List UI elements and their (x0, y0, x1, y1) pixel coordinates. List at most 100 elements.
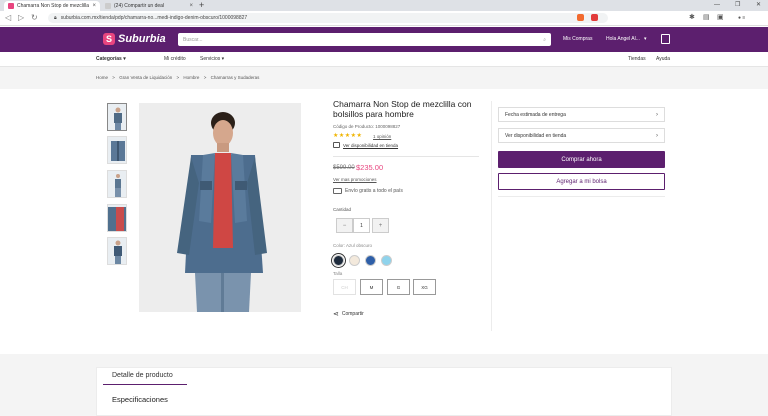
brave-shield-icon[interactable] (577, 14, 584, 21)
free-shipping-note: Envío gratis a todo el país (333, 188, 403, 194)
product-thumbnail[interactable] (107, 103, 127, 131)
specifications-heading: Especificaciones (112, 395, 168, 404)
store-icon (333, 142, 340, 148)
availability-option-label: Ver disponibilidad en tienda (505, 132, 567, 139)
my-orders-link[interactable]: Mis Compras (563, 36, 592, 42)
size-option[interactable]: XG (413, 279, 436, 295)
price-original: $599.00 (333, 165, 355, 171)
price-sale: $235.00 (356, 163, 384, 172)
close-tab-icon[interactable]: × (189, 3, 193, 9)
stores-link[interactable]: Tiendas (628, 56, 646, 62)
search-icon[interactable]: ⌕ (543, 37, 546, 43)
product-thumbnail[interactable] (107, 136, 127, 164)
panel-divider (491, 101, 492, 331)
share-icon: ⋖ (333, 311, 339, 318)
suburbia-logo[interactable]: S Suburbia (103, 33, 166, 45)
minimize-icon[interactable]: — (714, 0, 720, 10)
size-option[interactable]: CH (333, 279, 356, 295)
product-thumbnail[interactable] (107, 237, 127, 265)
close-tab-icon[interactable]: × (92, 3, 96, 9)
add-to-bag-button[interactable]: Agregar a mi bolsa (498, 173, 665, 190)
close-window-icon[interactable]: ✕ (756, 0, 761, 10)
share-button[interactable]: ⋖ Compartir (333, 310, 364, 318)
breadcrumb-home[interactable]: Home (96, 75, 108, 80)
credit-link[interactable]: Mi crédito (164, 56, 186, 62)
breadcrumb: Home > Gran Venta de Liquidación > Hombr… (96, 75, 262, 80)
reviews-link[interactable]: 1 opinión (373, 134, 391, 139)
brave-rewards-icon[interactable] (591, 14, 598, 21)
maximize-icon[interactable]: ❐ (735, 0, 740, 10)
quantity-field[interactable]: 1 (353, 218, 370, 233)
account-menu[interactable]: Hola Angel Al... (606, 36, 640, 42)
size-option[interactable]: M (360, 279, 383, 295)
breadcrumb-separator: > (112, 75, 115, 80)
browser-tab-active[interactable]: Chamarra Non Stop de mezclilla × (4, 1, 100, 11)
color-swatch-light-blue[interactable] (381, 255, 392, 266)
chevron-down-icon[interactable]: ▾ (644, 36, 647, 42)
breadcrumb-separator: > (176, 75, 180, 80)
details-card (96, 367, 672, 416)
breadcrumb-men[interactable]: Hombre (183, 75, 199, 80)
divider (333, 156, 479, 157)
breadcrumb-jackets[interactable]: Chamarras y Sudaderas (211, 75, 260, 80)
sidebar-icon[interactable]: ▤ (703, 13, 710, 22)
divider (498, 196, 665, 197)
search-input[interactable]: Buscar... ⌕ (178, 33, 551, 46)
product-thumbnail[interactable] (107, 170, 127, 198)
color-swatch-blue[interactable] (365, 255, 376, 266)
product-main-image[interactable] (139, 103, 301, 312)
product-thumbnail[interactable] (107, 204, 127, 232)
extensions-icon[interactable]: ✱ (689, 13, 695, 22)
size-option[interactable]: G (387, 279, 410, 295)
delivery-label: Fecha estimada de entrega (505, 111, 566, 118)
delivery-date-option[interactable]: Fecha estimada de entrega › (498, 107, 665, 122)
color-label: Color: Azul obscuro (333, 243, 373, 248)
tab-product-details[interactable]: Detalle de producto (112, 372, 173, 379)
search-placeholder: Buscar... (183, 36, 203, 43)
wallet-icon[interactable]: ▣ (717, 13, 724, 22)
breadcrumb-sale[interactable]: Gran Venta de Liquidación (119, 75, 172, 80)
active-tab-indicator (103, 384, 187, 385)
store-availability-link[interactable]: Ver disponibilidad en tienda (333, 142, 398, 148)
chevron-right-icon: › (656, 132, 658, 139)
browser-tab-inactive[interactable]: (24) Compartir un deal × (101, 1, 197, 11)
product-code: Código de Producto: 1000098827 (333, 124, 401, 129)
product-title: Chamarra Non Stop de mezclilla con bolsi… (333, 99, 472, 119)
availability-label: Ver disponibilidad en tienda (343, 142, 399, 148)
logo-text: Suburbia (118, 33, 166, 45)
quantity-increase-button[interactable]: + (372, 218, 389, 233)
lock-icon: 🔒︎ (54, 15, 57, 21)
truck-icon (333, 188, 342, 194)
address-toolbar: ◁ ▷ ↻ 🔒︎ suburbia.com.mx/tienda/pdp/cham… (0, 11, 768, 26)
tab-title: (24) Compartir un deal (114, 3, 165, 9)
quantity-label: Cantidad (333, 207, 352, 212)
tab-title: Chamarra Non Stop de mezclilla (17, 3, 89, 9)
new-tab-button[interactable]: + (199, 1, 204, 10)
logo-mark-icon: S (103, 33, 115, 45)
rating-stars: ★★★★★ (333, 133, 363, 139)
back-icon[interactable]: ◁ (5, 14, 11, 22)
quantity-decrease-button[interactable]: − (336, 218, 353, 233)
color-swatch-cream[interactable] (349, 255, 360, 266)
shopping-bag-icon[interactable] (661, 34, 670, 44)
chevron-right-icon: › (656, 111, 658, 118)
url-text: suburbia.com.mx/tienda/pdp/chamarra-no..… (60, 15, 248, 21)
services-menu[interactable]: Servicios ▾ (200, 56, 224, 62)
url-bar[interactable]: 🔒︎ suburbia.com.mx/tienda/pdp/chamarra-n… (48, 13, 608, 23)
buy-now-button[interactable]: Comprar ahora (498, 151, 665, 168)
share-label: Compartir (341, 311, 364, 317)
color-swatch-dark-blue[interactable] (333, 255, 344, 266)
categories-menu[interactable]: Categorías ▾ (96, 56, 126, 62)
site-favicon (105, 3, 111, 9)
shipping-label: Envío gratis a todo el país (345, 188, 403, 194)
site-header: S Suburbia Buscar... ⌕ Mis Compras Hola … (0, 27, 768, 52)
promotions-link[interactable]: Ver mas promociones (333, 177, 377, 182)
browser-tab-bar: Chamarra Non Stop de mezclilla × (24) Co… (0, 0, 768, 11)
reload-icon[interactable]: ↻ (31, 14, 38, 22)
store-availability-option[interactable]: Ver disponibilidad en tienda › (498, 128, 665, 143)
help-link[interactable]: Ayuda (656, 56, 670, 62)
sub-navigation: Categorías ▾ Mi crédito Servicios ▾ Tien… (0, 52, 768, 67)
profile-icon[interactable]: ● ≡ (738, 15, 745, 21)
forward-icon[interactable]: ▷ (18, 14, 24, 22)
breadcrumb-separator: > (203, 75, 207, 80)
